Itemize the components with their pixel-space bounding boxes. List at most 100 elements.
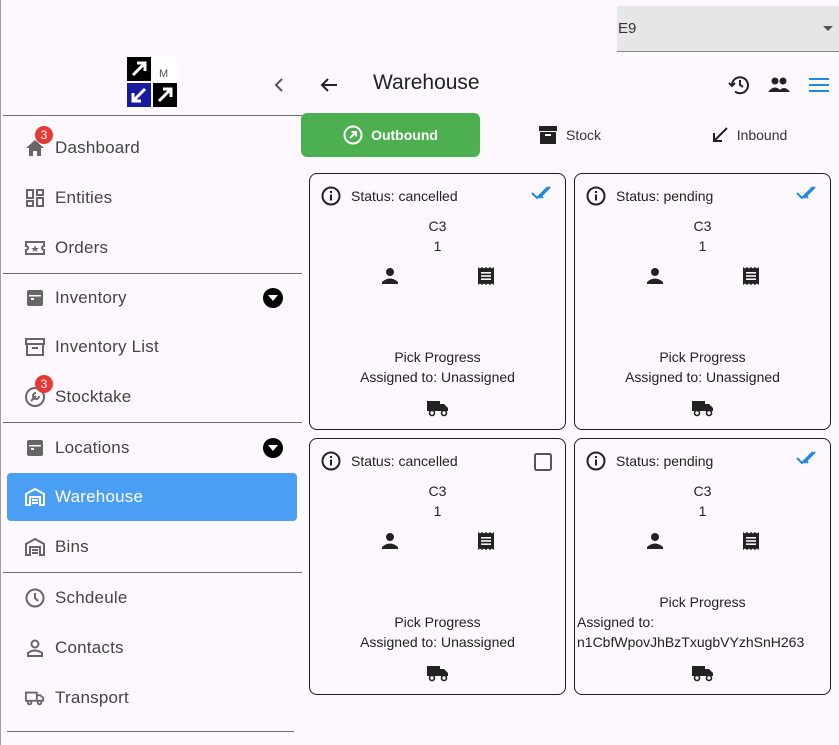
sidebar-item-label: Orders [55,238,109,257]
svg-text:M: M [159,68,168,80]
person-icon[interactable] [645,266,665,291]
receipt-icon[interactable] [741,531,761,556]
sidebar-item-contacts[interactable]: Contacts [7,624,297,672]
sidebar-item-label: Stocktake [55,387,132,406]
warehouse-icon [25,487,45,507]
pick-progress-label: Pick Progress [394,614,481,630]
assigned-to: Assigned to: Unassigned [360,634,515,650]
info-icon [321,186,341,206]
person-icon[interactable] [380,531,400,556]
receipt-icon[interactable] [476,531,496,556]
menu-button[interactable] [806,72,832,98]
sidebar-item-label: Bins [55,537,89,556]
notification-badge: 3 [35,375,53,393]
app-logo: M [127,57,177,107]
checkbox-unchecked[interactable] [534,453,552,476]
assigned-to-label: Assigned to: [577,614,655,630]
warehouse-select[interactable]: E9 [617,6,839,52]
done-all-icon[interactable] [796,451,820,470]
truck-icon [25,688,45,708]
archive-icon [538,125,558,145]
done-all-icon[interactable] [796,186,820,205]
tab-label: Stock [565,127,601,143]
tab-inbound[interactable]: Inbound [659,113,839,157]
receipt-icon[interactable] [476,266,496,291]
truck-icon[interactable] [691,399,715,422]
menu-icon [809,78,829,92]
outbound-card[interactable]: Status: pending C3 1 Pick Progress Assig… [574,173,831,430]
card-code: C3 [428,218,447,234]
people-icon [768,77,790,92]
arrow-back-icon [320,78,337,92]
sidebar-item-label: Contacts [55,638,124,657]
history-icon [728,76,749,95]
people-button[interactable] [766,72,792,98]
info-icon [586,451,606,471]
sidebar-group-locations[interactable]: Locations [3,424,293,472]
inventory-icon [25,288,45,308]
chevron-left-icon [274,78,283,92]
sidebar-item-transport[interactable]: Transport [7,674,297,722]
divider [3,115,302,116]
person-icon[interactable] [380,266,400,291]
sidebar-item-schedule[interactable]: Schdeule [7,574,297,622]
status-text: Status: pending [616,453,714,469]
outbound-card[interactable]: Status: cancelled C3 1 Pick Progress Ass… [309,438,566,695]
card-quantity: 1 [698,238,707,254]
sidebar-item-entities[interactable]: Entities [7,174,297,222]
sidebar-item-label: Warehouse [55,487,144,506]
card-quantity: 1 [433,238,442,254]
truck-icon[interactable] [426,399,450,422]
outbound-card[interactable]: Status: cancelled C3 1 Pick Progress Ass… [309,173,566,430]
outbound-icon [343,125,363,145]
expand-icon[interactable] [263,438,283,458]
divider [3,572,302,573]
card-status: Status: pending [586,451,713,471]
sidebar: M 3 Dashboard Entities Orders Inventory … [0,0,302,745]
tab-outbound[interactable]: Outbound [301,113,480,157]
sidebar-group-inventory[interactable]: Inventory [3,274,293,322]
sidebar-item-label: Locations [55,438,130,457]
sidebar-item-dashboard[interactable]: 3 Dashboard [7,124,297,172]
done-all-icon[interactable] [531,186,555,205]
sidebar-item-bins[interactable]: Bins [7,523,297,571]
inbound-icon [711,126,729,144]
divider [7,731,294,732]
assigned-to: Assigned to: Unassigned [625,369,780,385]
sidebar-item-label: Dashboard [55,138,140,157]
tab-label: Inbound [736,127,788,143]
status-text: Status: cancelled [351,453,458,469]
ticket-icon [25,238,45,258]
outbound-card[interactable]: Status: pending C3 1 Pick Progress Assig… [574,438,831,695]
tab-stock[interactable]: Stock [480,113,659,157]
card-quantity: 1 [433,503,442,519]
sidebar-item-warehouse[interactable]: Warehouse [7,473,297,521]
sidebar-item-label: Inventory List [55,337,159,356]
receipt-icon[interactable] [741,266,761,291]
archive-icon [25,337,45,357]
card-code: C3 [428,483,447,499]
dashboard-icon [25,188,45,208]
person-icon[interactable] [645,531,665,556]
status-text: Status: pending [616,188,714,204]
history-button[interactable] [726,72,752,98]
page-title: Warehouse [373,71,480,94]
card-status: Status: pending [586,186,713,206]
sidebar-item-inventory-list[interactable]: Inventory List [7,323,297,371]
tab-label: Outbound [371,127,438,143]
status-text: Status: cancelled [351,188,458,204]
truck-icon[interactable] [426,664,450,687]
info-icon [321,451,341,471]
pick-progress-label: Pick Progress [659,594,746,610]
collapse-sidebar-button[interactable] [266,72,292,98]
sidebar-item-label: Schdeule [55,588,128,607]
inventory-icon [25,438,45,458]
sidebar-item-label: Entities [55,188,113,207]
sidebar-item-label: Transport [55,688,129,707]
back-button[interactable] [316,72,342,98]
sidebar-item-stocktake[interactable]: 3 Stocktake [7,373,297,421]
truck-icon[interactable] [691,664,715,687]
sidebar-item-orders[interactable]: Orders [7,224,297,272]
pick-progress-label: Pick Progress [659,349,746,365]
expand-icon[interactable] [263,288,283,308]
